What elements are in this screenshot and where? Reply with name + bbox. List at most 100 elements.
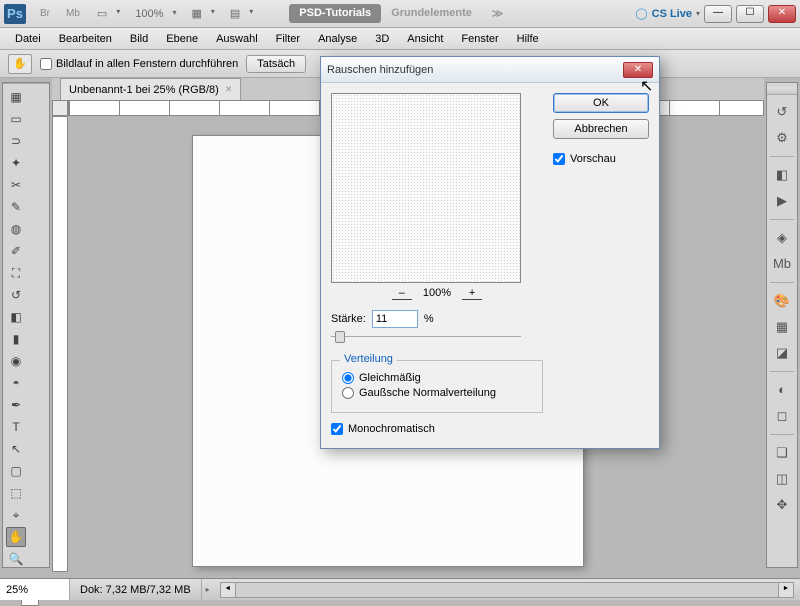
dialog-titlebar[interactable]: Rauschen hinzufügen ✕: [321, 57, 659, 83]
vertical-ruler: [52, 116, 68, 572]
actual-pixels-button[interactable]: Tatsäch: [246, 55, 306, 73]
blur-tool-icon[interactable]: ◉: [6, 351, 26, 371]
dialog-close-button[interactable]: ✕: [623, 62, 653, 78]
menu-auswahl[interactable]: Auswahl: [207, 30, 267, 48]
menu-ebene[interactable]: Ebene: [157, 30, 207, 48]
shape-tool-icon[interactable]: ▢: [6, 461, 26, 481]
paths-panel-icon[interactable]: ✥: [771, 494, 793, 516]
bridge-button[interactable]: Br: [34, 6, 56, 21]
preview-checkbox-input[interactable]: [553, 153, 565, 165]
swatches-panel-icon[interactable]: ▦: [771, 316, 793, 338]
amount-input[interactable]: [372, 310, 418, 328]
scroll-all-checkbox[interactable]: Bildlauf in allen Fenstern durchführen: [40, 58, 238, 70]
lasso-tool-icon[interactable]: ⊃: [6, 131, 26, 151]
horizontal-scrollbar[interactable]: [220, 582, 794, 598]
cslive-icon[interactable]: ◯: [635, 7, 647, 20]
eyedropper-tool-icon[interactable]: ✎: [6, 197, 26, 217]
panel-grip[interactable]: [767, 87, 797, 95]
status-doc-info[interactable]: Dok: 7,32 MB/7,32 MB: [70, 579, 202, 600]
channels-panel-icon[interactable]: ◫: [771, 468, 793, 490]
ok-button[interactable]: OK: [553, 93, 649, 113]
wand-tool-icon[interactable]: ✦: [6, 153, 26, 173]
workspace-tab-grundelemente[interactable]: Grundelemente: [381, 4, 482, 23]
dodge-tool-icon[interactable]: ◓: [6, 373, 26, 393]
brush-tool-icon[interactable]: ✐: [6, 241, 26, 261]
actions-panel-icon[interactable]: ⚙: [771, 127, 793, 149]
heal-tool-icon[interactable]: ◍: [6, 219, 26, 239]
app-logo: Ps: [4, 4, 26, 24]
path-tool-icon[interactable]: ↖: [6, 439, 26, 459]
menu-bearbeiten[interactable]: Bearbeiten: [50, 30, 121, 48]
noise-preview[interactable]: [331, 93, 521, 283]
zoom-dropdown[interactable]: 100%: [129, 6, 179, 22]
zoom-out-button[interactable]: –: [392, 287, 412, 300]
menu-datei[interactable]: Datei: [6, 30, 50, 48]
color-panel-icon[interactable]: 🎨: [771, 290, 793, 312]
maximize-button[interactable]: ☐: [736, 5, 764, 23]
workspace-tab-psdtutorials[interactable]: PSD-Tutorials: [289, 4, 381, 23]
workspace-more[interactable]: ≫: [482, 4, 514, 23]
extras-dropdown[interactable]: ▤: [224, 5, 256, 22]
brushes-panel-icon[interactable]: ▶: [771, 190, 793, 212]
properties-panel-icon[interactable]: ◧: [771, 164, 793, 186]
gradient-tool-icon[interactable]: ▮: [6, 329, 26, 349]
hand-tool-icon[interactable]: ✋: [6, 527, 26, 547]
menu-analyse[interactable]: Analyse: [309, 30, 366, 48]
minibridge-button[interactable]: Mb: [60, 6, 86, 21]
menu-filter[interactable]: Filter: [267, 30, 309, 48]
type-tool-icon[interactable]: T: [6, 417, 26, 437]
cancel-button[interactable]: Abbrechen: [553, 119, 649, 139]
amount-label: Stärke:: [331, 313, 366, 325]
arrange-dropdown[interactable]: ▦: [185, 5, 217, 22]
crop-tool-icon[interactable]: ✂: [6, 175, 26, 195]
move-tool-icon[interactable]: ▦: [6, 87, 26, 107]
status-zoom-field[interactable]: 25%: [0, 579, 70, 600]
distribution-uniform-radio[interactable]: Gleichmäßig: [342, 372, 532, 384]
document-tab-close-icon[interactable]: ✕: [225, 84, 233, 95]
preview-zoom-label: 100%: [423, 287, 451, 299]
document-tab[interactable]: Unbenannt-1 bei 25% (RGB/8) ✕: [60, 78, 241, 100]
dialog-title: Rauschen hinzufügen: [327, 64, 623, 76]
distribution-group: Verteilung Gleichmäßig Gaußsche Normalve…: [331, 360, 543, 413]
scroll-all-input[interactable]: [40, 58, 52, 70]
masks-panel-icon[interactable]: ◻: [771, 405, 793, 427]
uniform-radio-input[interactable]: [342, 372, 354, 384]
menu-fenster[interactable]: Fenster: [452, 30, 507, 48]
adjustments-panel-icon[interactable]: ◐: [771, 379, 793, 401]
uniform-radio-label: Gleichmäßig: [359, 372, 421, 384]
history-panel-icon[interactable]: ↺: [771, 101, 793, 123]
layers-panel-icon[interactable]: ❏: [771, 442, 793, 464]
minibridge-panel-icon[interactable]: Mb: [771, 253, 793, 275]
distribution-legend: Verteilung: [340, 353, 397, 365]
pen-tool-icon[interactable]: ✒: [6, 395, 26, 415]
menu-3d[interactable]: 3D: [366, 30, 398, 48]
navigator-panel-icon[interactable]: ◈: [771, 227, 793, 249]
menu-ansicht[interactable]: Ansicht: [398, 30, 452, 48]
amount-slider[interactable]: [331, 336, 521, 350]
amount-slider-thumb[interactable]: [335, 331, 345, 343]
distribution-gaussian-radio[interactable]: Gaußsche Normalverteilung: [342, 387, 532, 399]
right-panel-dock: ↺ ⚙ ◧ ▶ ◈ Mb 🎨 ▦ ◪ ◐ ◻ ❏ ◫ ✥: [766, 82, 798, 568]
3d-tool-icon[interactable]: ⬚: [6, 483, 26, 503]
screen-mode-dropdown[interactable]: ▭: [91, 5, 123, 22]
camera-tool-icon[interactable]: ⌖: [6, 505, 26, 525]
zoom-in-button[interactable]: +: [462, 287, 482, 300]
preview-checkbox-label: Vorschau: [570, 153, 616, 165]
marquee-tool-icon[interactable]: ▭: [6, 109, 26, 129]
styles-panel-icon[interactable]: ◪: [771, 342, 793, 364]
preview-checkbox[interactable]: Vorschau: [553, 153, 649, 165]
eraser-tool-icon[interactable]: ◧: [6, 307, 26, 327]
cslive-label[interactable]: CS Live: [652, 8, 692, 20]
current-tool-indicator[interactable]: ✋: [8, 54, 32, 74]
zoom-tool-icon[interactable]: 🔍: [6, 549, 26, 569]
monochromatic-checkbox[interactable]: Monochromatisch: [331, 423, 543, 435]
monochromatic-input[interactable]: [331, 423, 343, 435]
history-brush-icon[interactable]: ↺: [6, 285, 26, 305]
gaussian-radio-input[interactable]: [342, 387, 354, 399]
close-button[interactable]: ✕: [768, 5, 796, 23]
status-info-menu-icon[interactable]: ▸: [202, 585, 214, 594]
menu-hilfe[interactable]: Hilfe: [508, 30, 548, 48]
minimize-button[interactable]: —: [704, 5, 732, 23]
menu-bild[interactable]: Bild: [121, 30, 157, 48]
stamp-tool-icon[interactable]: ⛶: [6, 263, 26, 283]
